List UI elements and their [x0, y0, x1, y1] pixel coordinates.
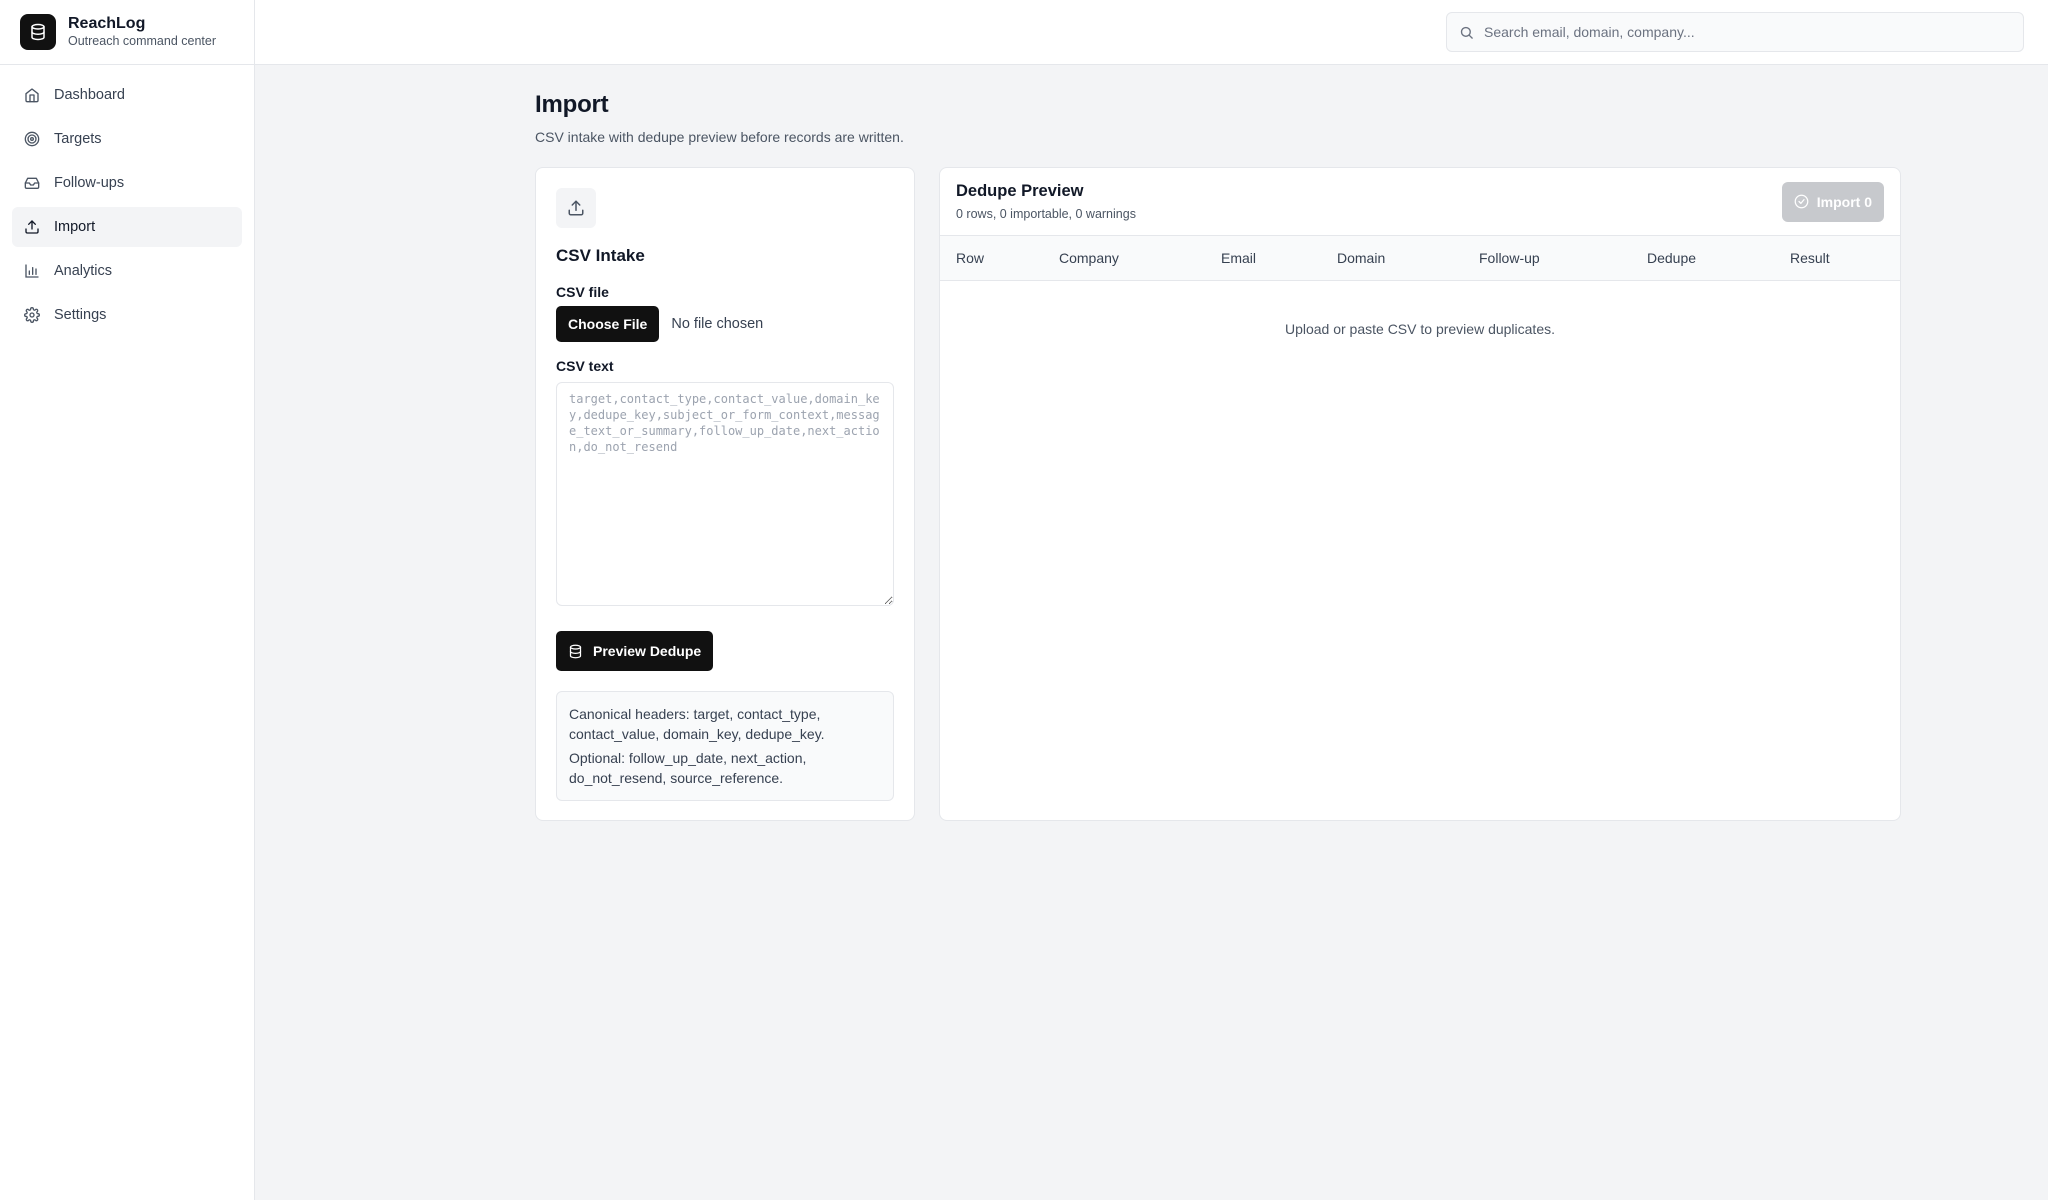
sidebar-item-label: Settings: [54, 307, 107, 323]
dedupe-summary: 0 rows, 0 importable, 0 warnings: [956, 207, 1136, 221]
col-row: Row: [956, 249, 985, 266]
sidebar-item-settings[interactable]: Settings: [12, 295, 242, 335]
search-input[interactable]: [1484, 24, 2011, 40]
search-icon: [1460, 26, 1473, 39]
csv-file-label: CSV file: [556, 284, 609, 300]
sidebar-nav: Dashboard Targets Follow-ups Import Anal…: [0, 65, 254, 345]
home-icon: [25, 88, 39, 103]
choose-file-button[interactable]: Choose File: [556, 306, 660, 342]
search-box[interactable]: [1446, 12, 2024, 52]
sidebar-item-label: Analytics: [54, 263, 113, 279]
brand-name: ReachLog: [68, 15, 146, 33]
sidebar-item-dashboard[interactable]: Dashboard: [12, 75, 242, 115]
file-picker: Choose File No file chosen: [556, 306, 894, 342]
hint-optional: Optional: follow_up_date, next_action, d…: [569, 750, 807, 786]
sidebar-item-label: Follow-ups: [54, 175, 125, 191]
col-email: Email: [1221, 249, 1257, 266]
page-content: Import CSV intake with dedupe preview be…: [255, 65, 2048, 821]
file-status: No file chosen: [671, 316, 764, 332]
dedupe-title: Dedupe Preview: [956, 182, 1084, 200]
dedupe-header: Dedupe Preview 0 rows, 0 importable, 0 w…: [940, 168, 1900, 236]
page-title: Import: [535, 91, 609, 118]
dedupe-preview-card: Dedupe Preview 0 rows, 0 importable, 0 w…: [939, 167, 1901, 821]
col-domain: Domain: [1337, 249, 1386, 266]
empty-message: Upload or paste CSV to preview duplicate…: [1284, 320, 1556, 337]
sidebar: ReachLog Outreach command center Dashboa…: [0, 0, 255, 1200]
sidebar-item-label: Import: [54, 219, 96, 235]
import-panels: CSV Intake CSV file Choose File No file …: [535, 167, 2048, 821]
sidebar-item-label: Dashboard: [54, 87, 125, 103]
sidebar-item-follow-ups[interactable]: Follow-ups: [12, 163, 242, 203]
col-result: Result: [1790, 249, 1830, 266]
col-company: Company: [1059, 249, 1119, 266]
app-shell: ReachLog Outreach command center Dashboa…: [0, 0, 2048, 1200]
main-area: Import CSV intake with dedupe preview be…: [255, 0, 2048, 1200]
brand-tagline: Outreach command center: [68, 34, 216, 49]
header-hint: Canonical headers: target, contact_type,…: [556, 691, 894, 801]
sidebar-item-targets[interactable]: Targets: [12, 119, 242, 159]
target-icon: [24, 131, 40, 147]
brand[interactable]: ReachLog Outreach command center: [0, 0, 254, 65]
preview-dedupe-label: Preview Dedupe: [593, 643, 702, 659]
sidebar-item-import[interactable]: Import: [12, 207, 242, 247]
table-header-row: Row Company Email Domain Follow-up Dedup…: [940, 236, 1900, 280]
gear-icon: [24, 307, 40, 323]
upload-icon: [25, 220, 39, 234]
empty-row: Upload or paste CSV to preview duplicate…: [940, 280, 1900, 377]
csv-text-input[interactable]: [556, 382, 894, 606]
preview-dedupe-button[interactable]: Preview Dedupe: [556, 631, 714, 671]
topbar: [255, 0, 2048, 65]
database-icon: [20, 14, 56, 50]
page-subtitle: CSV intake with dedupe preview before re…: [535, 129, 904, 145]
col-follow-up: Follow-up: [1479, 249, 1540, 266]
upload-icon: [556, 188, 596, 228]
dedupe-table: Row Company Email Domain Follow-up Dedup…: [940, 236, 1900, 377]
sidebar-item-label: Targets: [54, 131, 102, 147]
check-circle-icon: [1794, 194, 1809, 209]
bar-chart-icon: [25, 264, 39, 278]
col-dedupe: Dedupe: [1647, 249, 1697, 266]
import-button-label: Import 0: [1816, 193, 1872, 210]
sidebar-item-analytics[interactable]: Analytics: [12, 251, 242, 291]
hint-required: Canonical headers: target, contact_type,…: [569, 706, 825, 742]
csv-text-label: CSV text: [556, 358, 614, 374]
intake-title: CSV Intake: [556, 246, 645, 265]
csv-intake-card: CSV Intake CSV file Choose File No file …: [535, 167, 915, 821]
import-button[interactable]: Import 0: [1781, 181, 1884, 222]
inbox-icon: [24, 177, 40, 189]
database-icon: [569, 644, 582, 658]
